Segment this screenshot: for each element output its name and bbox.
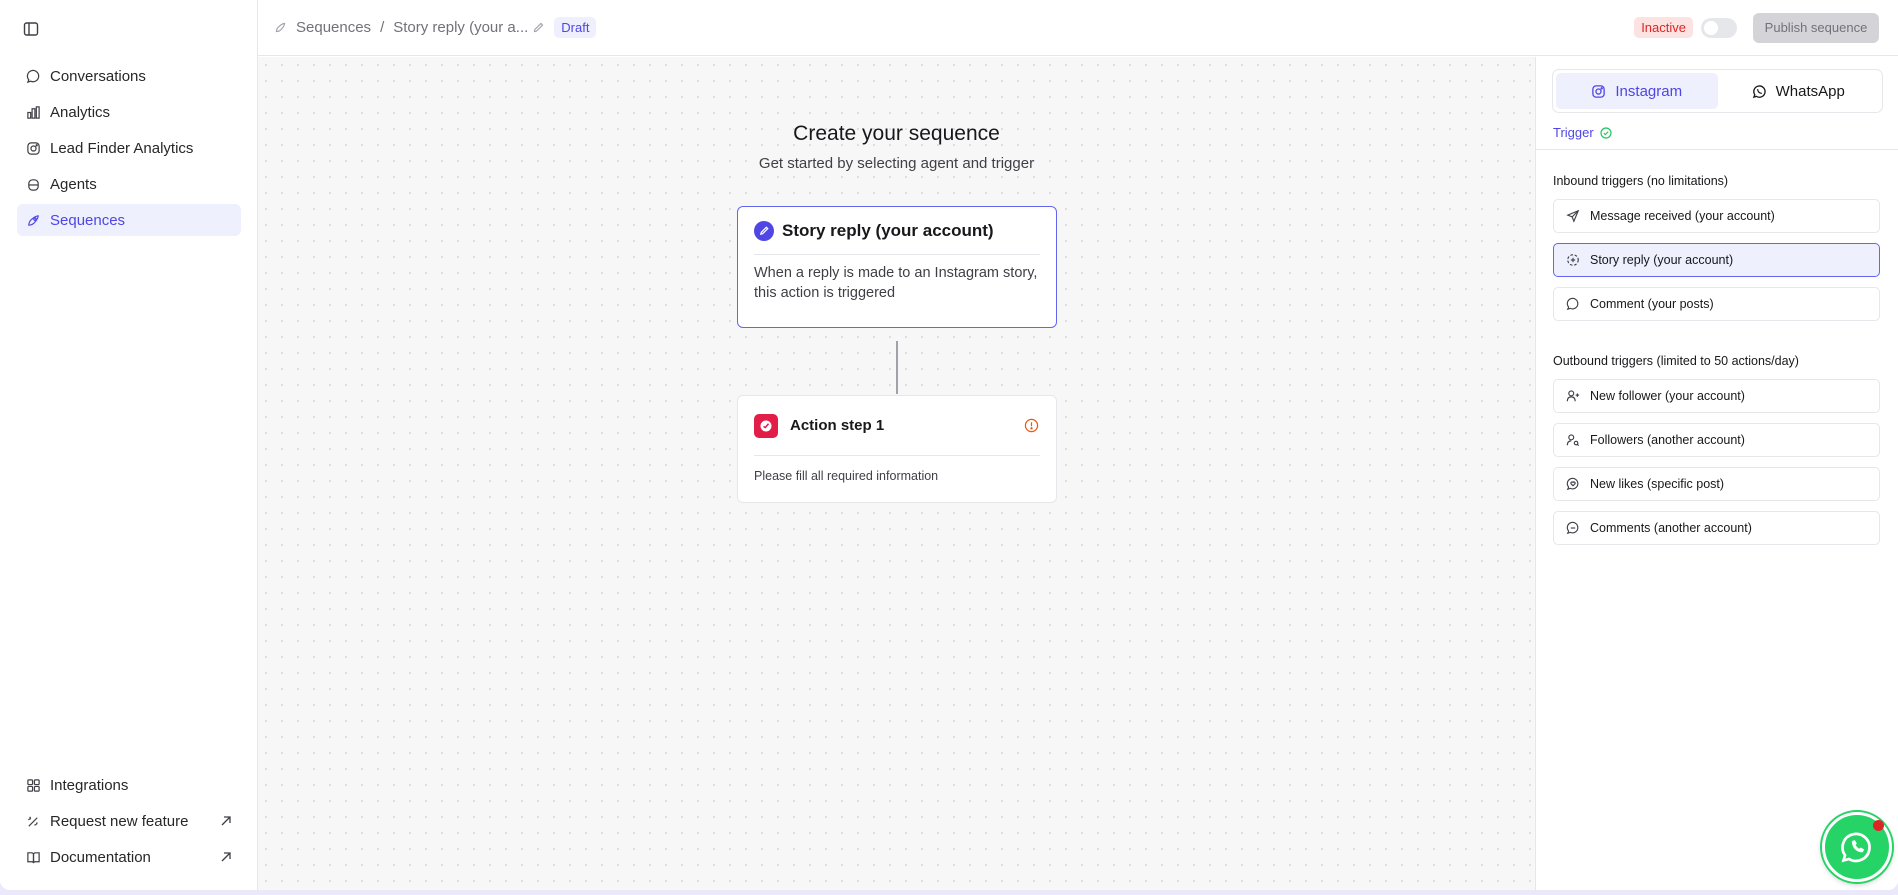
check-circle-icon [1600,126,1613,139]
warning-icon [1024,418,1040,434]
sidebar-item-label: Agents [50,175,97,193]
action-card-title: Action step 1 [790,417,885,434]
external-link-icon [219,814,233,828]
trigger-option-comment-your-posts[interactable]: Comment (your posts) [1553,287,1880,321]
trigger-option-label: Message received (your account) [1590,209,1775,223]
trigger-option-label: New follower (your account) [1590,389,1745,403]
sidebar-item-request-feature[interactable]: Request new feature [17,805,241,837]
trigger-card-description: When a reply is made to an Instagram sto… [754,265,1038,301]
sidebar-item-label: Lead Finder Analytics [50,139,194,157]
header-bar: Sequences / Story reply (your a... Draft… [258,0,1898,56]
sidebar-item-label: Integrations [50,776,129,794]
sidebar-item-label: Conversations [50,67,146,85]
trigger-card[interactable]: Story reply (your account) When a reply … [737,206,1057,328]
instagram-icon [25,140,41,156]
trigger-card-header: Story reply (your account) [754,207,1040,255]
rocket-icon [25,212,41,228]
trigger-option-label: New likes (specific post) [1590,477,1725,491]
comment-icon [1566,520,1582,536]
trigger-option-new-likes[interactable]: New likes (specific post) [1553,467,1880,501]
canvas-title: Create your sequence [793,122,1000,145]
breadcrumb-current: Story reply (your a... [393,19,529,36]
trigger-option-label: Comment (your posts) [1590,297,1714,311]
sidebar-nav: Conversations Analytics Lead Finder Anal… [17,60,241,240]
action-card[interactable]: Action step 1 Please fill all required i… [737,395,1057,503]
sidebar-item-documentation[interactable]: Documentation [17,841,241,873]
trigger-section-label[interactable]: Trigger [1553,125,1613,140]
breadcrumb-separator: / [380,19,385,36]
sequence-canvas[interactable]: Create your sequence Get started by sele… [258,57,1535,890]
app-window: Conversations Analytics Lead Finder Anal… [0,0,1898,890]
trigger-option-followers-another[interactable]: Followers (another account) [1553,423,1880,457]
sidebar-toggle-icon[interactable] [22,20,40,38]
user-plus-icon [1566,388,1582,404]
trigger-card-title: Story reply (your account) [782,220,994,240]
sidebar-item-sequences[interactable]: Sequences [17,204,241,236]
user-search-icon [1566,432,1582,448]
breadcrumb: Sequences / Story reply (your a... [274,19,546,36]
chat-icon [25,68,41,84]
tab-whatsapp[interactable]: WhatsApp [1718,73,1880,109]
sidebar-item-label: Analytics [50,103,111,121]
book-icon [25,849,41,865]
heart-bubble-icon [1566,476,1582,492]
bar-chart-icon [25,104,41,120]
connector-line [896,341,898,394]
notification-dot [1873,820,1884,831]
external-link-icon [219,850,233,864]
trigger-option-label: Story reply (your account) [1590,253,1734,267]
pencil-circle-icon [754,220,774,241]
publish-sequence-button[interactable]: Publish sequence [1753,12,1879,43]
action-card-description: Please fill all required information [754,469,939,483]
sidebar-item-label: Request new feature [50,812,189,830]
action-card-header: Action step 1 [754,396,1040,456]
header-actions: Inactive Publish sequence [1634,12,1879,43]
tab-instagram[interactable]: Instagram [1556,73,1718,109]
bot-icon [25,176,41,192]
sidebar-item-agents[interactable]: Agents [17,168,241,200]
inbound-triggers-title: Inbound triggers (no limitations) [1553,174,1729,188]
outbound-triggers-title: Outbound triggers (limited to 50 actions… [1553,354,1799,368]
panel-divider [1536,149,1898,150]
trigger-option-story-reply[interactable]: Story reply (your account) [1553,243,1880,277]
sidebar-item-conversations[interactable]: Conversations [17,60,241,92]
draft-badge: Draft [554,17,597,38]
sidebar-item-analytics[interactable]: Analytics [17,96,241,128]
trigger-panel: Instagram WhatsApp Trigger Inbound trigg… [1535,57,1898,890]
sidebar-bottom-nav: Integrations Request new feature Documen… [17,769,241,877]
channel-tabs: Instagram WhatsApp [1552,69,1883,113]
action-send-icon [754,413,778,438]
whatsapp-icon [1752,83,1768,99]
sidebar-item-label: Sequences [50,211,126,229]
rocket-icon [274,21,288,35]
trigger-option-new-follower[interactable]: New follower (your account) [1553,379,1880,413]
sidebar-item-integrations[interactable]: Integrations [17,769,241,801]
pencil-icon[interactable] [532,21,546,35]
comment-icon [1566,296,1582,312]
canvas-subtitle: Get started by selecting agent and trigg… [758,155,1035,172]
breadcrumb-root-link[interactable]: Sequences [296,19,371,36]
send-icon [1566,208,1582,224]
active-toggle[interactable] [1701,17,1737,38]
instagram-icon [1591,83,1607,99]
status-badge: Inactive [1634,17,1693,38]
grid-icon [25,777,41,793]
trigger-label-text: Trigger [1553,125,1594,140]
story-icon [1566,252,1582,268]
trigger-option-message-received[interactable]: Message received (your account) [1553,199,1880,233]
trigger-option-label: Followers (another account) [1590,433,1745,447]
sidebar-item-label: Documentation [50,848,151,866]
sidebar-item-lead-finder-analytics[interactable]: Lead Finder Analytics [17,132,241,164]
tab-label: Instagram [1615,82,1683,100]
tab-label: WhatsApp [1775,82,1845,100]
whatsapp-icon [1839,829,1875,865]
toggle-knob [1704,20,1718,35]
trigger-option-label: Comments (another account) [1590,521,1752,535]
sidebar: Conversations Analytics Lead Finder Anal… [0,0,258,890]
wand-icon [25,813,41,829]
trigger-option-comments-another[interactable]: Comments (another account) [1553,511,1880,545]
